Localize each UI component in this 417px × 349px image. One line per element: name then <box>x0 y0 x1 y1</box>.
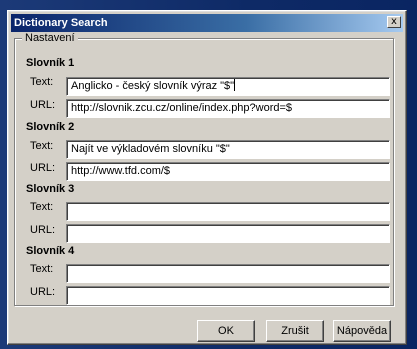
dictionary-2-text-value: Najít ve výkladovém slovníku "$" <box>71 143 230 155</box>
dictionary-4-url-label: URL: <box>30 286 56 298</box>
dictionary-3-text-input[interactable] <box>66 202 390 221</box>
window-title: Dictionary Search <box>14 17 108 29</box>
title-bar[interactable]: Dictionary Search x <box>11 14 403 32</box>
dictionary-1-title: Slovník 1 <box>26 57 75 69</box>
desktop-background: Dictionary Search x Nastavení Slovník 1 … <box>0 0 417 349</box>
dictionary-3-text-label: Text: <box>30 201 54 213</box>
dictionary-3-url-input[interactable] <box>66 224 390 243</box>
dictionary-2-text-label: Text: <box>30 140 54 152</box>
dictionary-2-text-input[interactable]: Najít ve výkladovém slovníku "$" <box>66 140 390 159</box>
dictionary-1-url-value: http://slovnik.zcu.cz/online/index.php?w… <box>71 102 293 114</box>
dictionary-2-url-value: http://www.tfd.com/$ <box>71 165 171 177</box>
settings-group-label: Nastavení <box>22 32 78 44</box>
dictionary-3-title: Slovník 3 <box>26 183 75 195</box>
dictionary-2-title: Slovník 2 <box>26 121 75 133</box>
dictionary-4-text-label: Text: <box>30 263 54 275</box>
dictionary-4-title: Slovník 4 <box>26 245 75 257</box>
dictionary-2-url-input[interactable]: http://www.tfd.com/$ <box>66 162 390 181</box>
help-button[interactable]: Nápověda <box>333 320 391 342</box>
dictionary-1-url-input[interactable]: http://slovnik.zcu.cz/online/index.php?w… <box>66 99 390 118</box>
close-button[interactable]: x <box>387 16 401 28</box>
dictionary-1-url-label: URL: <box>30 99 56 111</box>
text-cursor <box>234 79 236 91</box>
dictionary-4-url-input[interactable] <box>66 286 390 305</box>
dictionary-2-url-label: URL: <box>30 162 56 174</box>
cancel-button[interactable]: Zrušit <box>266 320 324 342</box>
dictionary-1-text-input[interactable]: Anglicko - český slovník výraz "$" <box>66 77 390 96</box>
dictionary-3-url-label: URL: <box>30 224 56 236</box>
ok-button[interactable]: OK <box>197 320 255 342</box>
dictionary-1-text-value: Anglicko - český slovník výraz "$" <box>71 80 235 92</box>
dictionary-1-text-label: Text: <box>30 76 54 88</box>
close-icon: x <box>391 16 397 27</box>
dictionary-4-text-input[interactable] <box>66 264 390 283</box>
